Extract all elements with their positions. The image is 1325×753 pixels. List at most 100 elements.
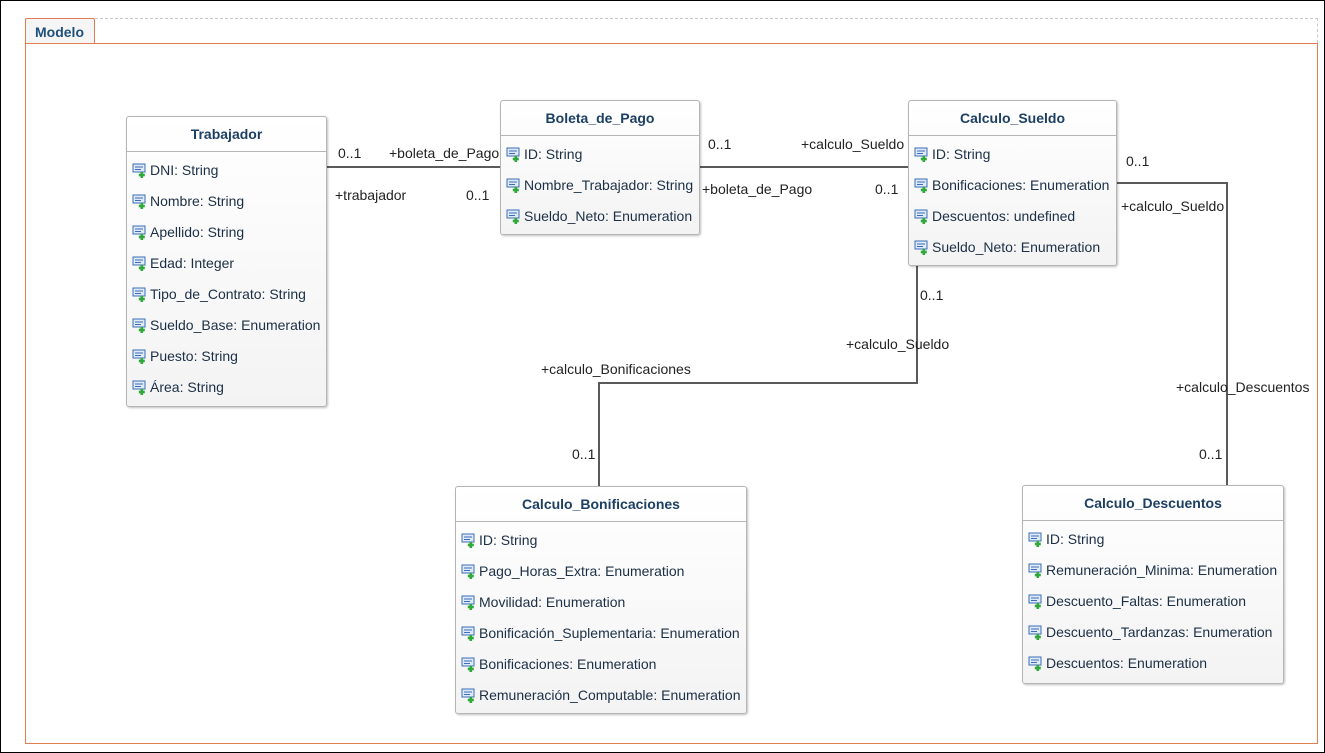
- class-trabajador[interactable]: Trabajador DNI: String Nombre: String Ap…: [126, 116, 327, 407]
- attribute-icon: [132, 317, 148, 333]
- attribute-icon: [1028, 562, 1044, 578]
- attribute-row[interactable]: Nombre: String: [127, 185, 326, 216]
- attribute-label: Bonificaciones: Enumeration: [479, 655, 657, 672]
- role-label: +calculo_Sueldo: [846, 336, 950, 352]
- class-title: Calculo_Descuentos: [1023, 486, 1283, 521]
- attribute-label: Descuento_Faltas: Enumeration: [1046, 592, 1246, 609]
- class-title: Calculo_Bonificaciones: [456, 487, 746, 522]
- attribute-row[interactable]: Pago_Horas_Extra: Enumeration: [456, 555, 746, 586]
- attribute-row[interactable]: DNI: String: [127, 154, 326, 185]
- attribute-icon: [461, 687, 477, 703]
- attribute-icon: [1028, 593, 1044, 609]
- class-calculo-sueldo[interactable]: Calculo_Sueldo ID: String Bonificaciones…: [908, 100, 1117, 266]
- attribute-row[interactable]: Nombre_Trabajador: String: [501, 169, 699, 200]
- attribute-label: ID: String: [1046, 530, 1105, 547]
- attribute-icon: [914, 146, 930, 162]
- association-sueldo-descuentos: [1116, 182, 1228, 485]
- class-calculo-bonificaciones[interactable]: Calculo_Bonificaciones ID: String Pago_H…: [455, 486, 747, 714]
- attribute-icon: [461, 625, 477, 641]
- attribute-row[interactable]: Descuento_Tardanzas: Enumeration: [1023, 616, 1283, 647]
- attribute-icon: [132, 348, 148, 364]
- attribute-row[interactable]: Remuneración_Minima: Enumeration: [1023, 554, 1283, 585]
- attribute-icon: [506, 208, 522, 224]
- attribute-label: Apellido: String: [150, 223, 245, 240]
- multiplicity-label: 0..1: [875, 181, 899, 197]
- attribute-row[interactable]: Sueldo_Neto: Enumeration: [501, 200, 699, 231]
- attribute-label: Nombre: String: [150, 192, 245, 209]
- attribute-row[interactable]: Tipo_de_Contrato: String: [127, 278, 326, 309]
- attribute-row[interactable]: Descuento_Faltas: Enumeration: [1023, 585, 1283, 616]
- attribute-row[interactable]: Sueldo_Base: Enumeration: [127, 309, 326, 340]
- attribute-icon: [1028, 624, 1044, 640]
- attribute-row[interactable]: Bonificaciones: Enumeration: [909, 169, 1116, 200]
- attribute-row[interactable]: Remuneración_Computable: Enumeration: [456, 679, 746, 710]
- attribute-row[interactable]: Sueldo_Neto: Enumeration: [909, 231, 1116, 262]
- attribute-icon: [1028, 531, 1044, 547]
- multiplicity-label: 0..1: [920, 287, 944, 303]
- attribute-row[interactable]: Puesto: String: [127, 340, 326, 371]
- attribute-icon: [132, 224, 148, 240]
- attribute-row[interactable]: Área: String: [127, 371, 326, 402]
- attribute-label: Movilidad: Enumeration: [479, 593, 626, 610]
- role-label: +trabajador: [335, 187, 407, 203]
- attribute-icon: [506, 146, 522, 162]
- attribute-row[interactable]: ID: String: [456, 524, 746, 555]
- attribute-label: ID: String: [932, 145, 991, 162]
- attribute-icon: [132, 379, 148, 395]
- class-calculo-descuentos[interactable]: Calculo_Descuentos ID: String Remuneraci…: [1022, 485, 1284, 684]
- role-label: +calculo_Sueldo: [1121, 198, 1225, 214]
- attribute-icon: [461, 594, 477, 610]
- attribute-icon: [914, 177, 930, 193]
- role-label: +calculo_Descuentos: [1176, 379, 1310, 395]
- attribute-label: Remuneración_Computable: Enumeration: [479, 686, 741, 703]
- attribute-label: Edad: Integer: [150, 254, 235, 271]
- attribute-row[interactable]: ID: String: [501, 138, 699, 169]
- attribute-row[interactable]: Descuentos: undefined: [909, 200, 1116, 231]
- attribute-label: Tipo_de_Contrato: String: [150, 285, 306, 302]
- attribute-icon: [914, 239, 930, 255]
- attribute-label: DNI: String: [150, 161, 219, 178]
- attribute-label: Área: String: [150, 378, 224, 395]
- class-title: Boleta_de_Pago: [501, 101, 699, 136]
- attribute-label: Pago_Horas_Extra: Enumeration: [479, 562, 685, 579]
- attribute-row[interactable]: Descuentos: Enumeration: [1023, 647, 1283, 678]
- attribute-label: Descuento_Tardanzas: Enumeration: [1046, 623, 1273, 640]
- attribute-label: Descuentos: Enumeration: [1046, 654, 1208, 671]
- attribute-row[interactable]: Bonificaciones: Enumeration: [456, 648, 746, 679]
- attribute-label: ID: String: [479, 531, 538, 548]
- role-label: +boleta_de_Pago: [702, 181, 813, 197]
- attribute-label: Sueldo_Base: Enumeration: [150, 316, 321, 333]
- attribute-row[interactable]: Movilidad: Enumeration: [456, 586, 746, 617]
- attribute-row[interactable]: ID: String: [1023, 523, 1283, 554]
- attribute-icon: [132, 193, 148, 209]
- multiplicity-label: 0..1: [572, 446, 596, 462]
- class-boleta-de-pago[interactable]: Boleta_de_Pago ID: String Nombre_Trabaja…: [500, 100, 700, 235]
- attribute-label: Bonificaciones: Enumeration: [932, 176, 1110, 193]
- multiplicity-label: 0..1: [1199, 446, 1223, 462]
- attribute-icon: [506, 177, 522, 193]
- attribute-label: Sueldo_Neto: Enumeration: [932, 238, 1101, 255]
- attribute-label: Puesto: String: [150, 347, 238, 364]
- role-label: +calculo_Sueldo: [801, 136, 905, 152]
- attribute-row[interactable]: Edad: Integer: [127, 247, 326, 278]
- attribute-icon: [914, 208, 930, 224]
- attribute-row[interactable]: Apellido: String: [127, 216, 326, 247]
- attribute-label: Remuneración_Minima: Enumeration: [1046, 561, 1278, 578]
- attribute-label: Descuentos: undefined: [932, 207, 1076, 224]
- attribute-icon: [461, 532, 477, 548]
- attribute-row[interactable]: ID: String: [909, 138, 1116, 169]
- multiplicity-label: 0..1: [1126, 153, 1150, 169]
- attribute-icon: [132, 286, 148, 302]
- role-label: +calculo_Bonificaciones: [541, 361, 691, 377]
- multiplicity-label: 0..1: [708, 136, 732, 152]
- attribute-icon: [132, 255, 148, 271]
- role-label: +boleta_de_Pago: [389, 145, 500, 161]
- multiplicity-label: 0..1: [338, 145, 362, 161]
- attribute-icon: [1028, 655, 1044, 671]
- class-title: Trabajador: [127, 117, 326, 152]
- attribute-icon: [132, 162, 148, 178]
- attribute-icon: [461, 563, 477, 579]
- attribute-label: Bonificación_Suplementaria: Enumeration: [479, 624, 740, 641]
- class-title: Calculo_Sueldo: [909, 101, 1116, 136]
- attribute-row[interactable]: Bonificación_Suplementaria: Enumeration: [456, 617, 746, 648]
